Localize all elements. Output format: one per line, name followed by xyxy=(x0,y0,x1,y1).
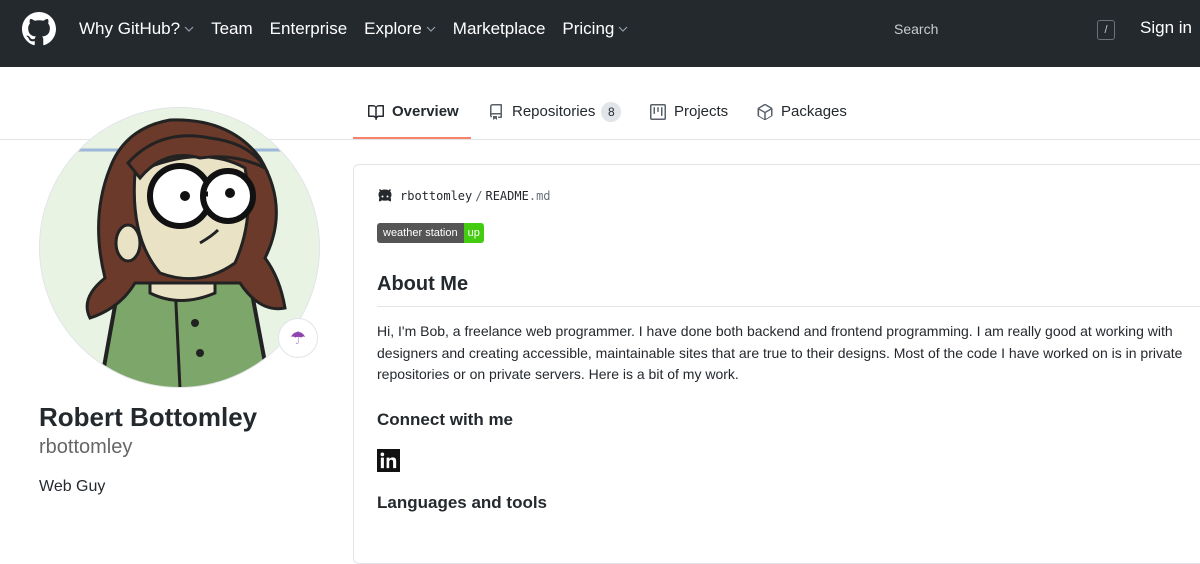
readme-file-link[interactable]: README.md xyxy=(485,189,550,203)
search-placeholder: Search xyxy=(894,20,939,37)
tab-label: Packages xyxy=(781,103,847,120)
octocat-icon xyxy=(378,188,392,202)
weather-station-badge[interactable]: weather station up xyxy=(377,223,484,243)
nav-pricing[interactable]: Pricing xyxy=(562,19,628,39)
nav-marketplace[interactable]: Marketplace xyxy=(453,19,546,39)
about-heading: About Me xyxy=(377,273,469,295)
status-emoji-button[interactable]: ☂ xyxy=(278,318,318,358)
path-separator: / xyxy=(475,189,483,203)
languages-heading: Languages and tools xyxy=(377,493,548,512)
profile-bio: Web Guy xyxy=(39,478,106,495)
sign-in-link[interactable]: Sign in xyxy=(1140,18,1192,38)
tab-label: Overview xyxy=(392,103,459,120)
badge-status: up xyxy=(463,223,484,243)
tab-projects[interactable]: Projects xyxy=(650,86,728,139)
readme-owner-link[interactable]: rbottomley xyxy=(400,189,472,203)
readme-extension: .md xyxy=(528,189,551,203)
chevron-down-icon xyxy=(426,26,436,32)
tab-label: Projects xyxy=(674,103,729,120)
connect-heading: Connect with me xyxy=(377,410,514,429)
chevron-down-icon xyxy=(184,26,194,32)
site-header: Why GitHub? Team Enterprise Explore Mark… xyxy=(0,0,1200,67)
badge-label: weather station xyxy=(377,223,464,243)
chevron-down-icon xyxy=(618,26,628,32)
github-logo-icon[interactable] xyxy=(22,12,56,46)
search-shortcut-key: / xyxy=(1097,20,1115,40)
book-icon xyxy=(368,105,384,120)
nav-team[interactable]: Team xyxy=(211,19,253,39)
nav-explore[interactable]: Explore xyxy=(364,19,436,39)
main-nav: Why GitHub? Team Enterprise Explore Mark… xyxy=(79,0,645,57)
profile-username: rbottomley xyxy=(39,436,133,458)
tab-packages[interactable]: Packages xyxy=(757,86,847,139)
nav-why-github[interactable]: Why GitHub? xyxy=(79,19,194,39)
avatar[interactable] xyxy=(39,107,320,388)
nav-label: Enterprise xyxy=(269,18,348,38)
nav-label: Why GitHub? xyxy=(79,18,181,38)
project-icon xyxy=(650,104,666,120)
avatar-illustration xyxy=(40,108,319,387)
about-paragraph: Hi, I'm Bob, a freelance web programmer.… xyxy=(377,323,1183,382)
tab-repositories[interactable]: Repositories 8 xyxy=(488,86,622,139)
repo-count-badge: 8 xyxy=(601,102,622,122)
package-icon xyxy=(757,104,773,120)
heading-divider xyxy=(377,306,1200,307)
tab-overview[interactable]: Overview xyxy=(353,86,471,139)
linkedin-icon[interactable] xyxy=(377,449,400,472)
nav-label: Explore xyxy=(364,18,422,38)
nav-enterprise[interactable]: Enterprise xyxy=(270,19,347,39)
search-input[interactable]: Search xyxy=(882,13,1122,44)
nav-label: Marketplace xyxy=(452,18,546,38)
tab-label: Repositories xyxy=(512,103,596,120)
repo-icon xyxy=(490,104,502,120)
nav-label: Pricing xyxy=(562,18,615,38)
readme-path: rbottomley / README.md xyxy=(377,188,551,204)
profile-fullname: Robert Bottomley xyxy=(39,402,258,432)
readme-filename: README xyxy=(485,189,529,203)
nav-label: Team xyxy=(211,18,253,38)
umbrella-icon: ☂ xyxy=(289,327,307,348)
